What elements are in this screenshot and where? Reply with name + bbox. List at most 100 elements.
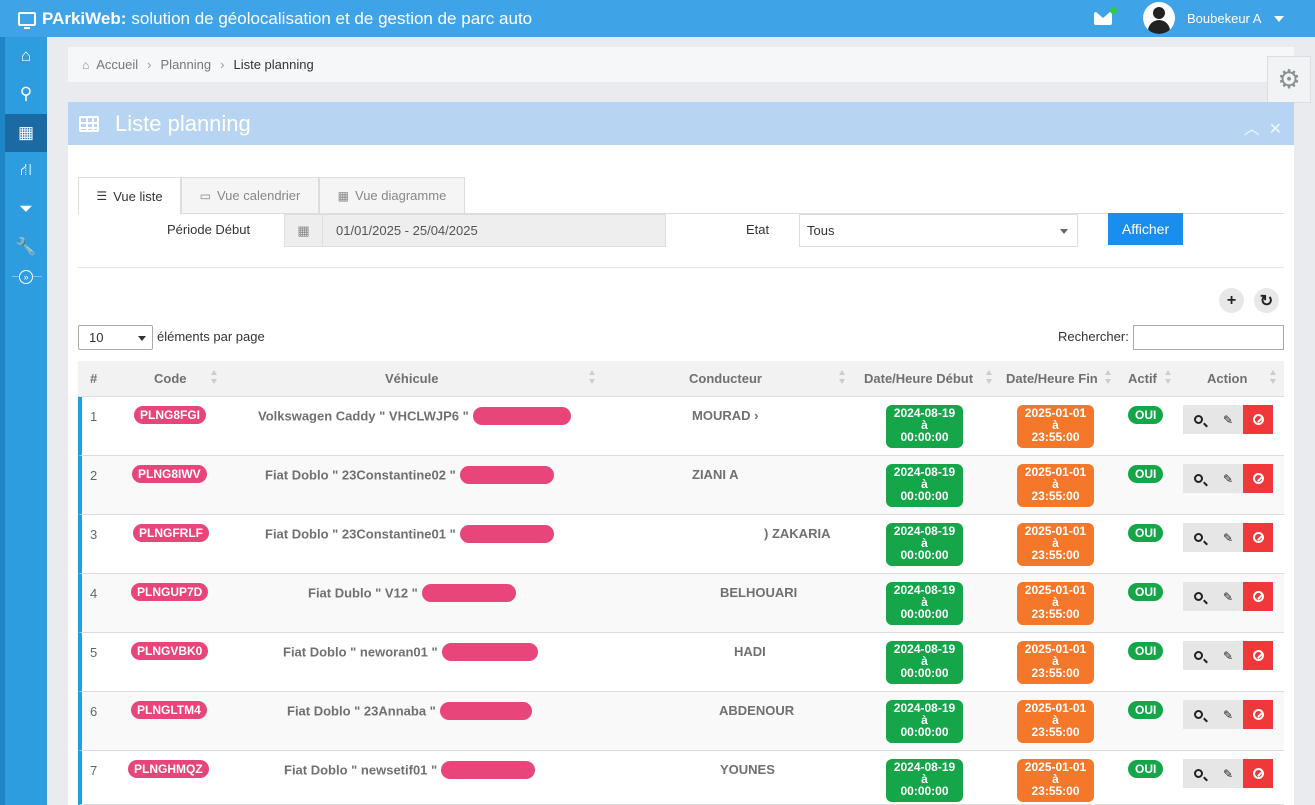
envelope-icon[interactable] (1094, 12, 1112, 25)
actif-badge: OUI (1128, 760, 1164, 778)
driver-cell: BELHOUARI (720, 585, 798, 600)
vehicle-cell: Fiat Doblo " neworan01 " (283, 643, 538, 662)
delete-button[interactable] (1243, 700, 1273, 729)
col-action: Action (1207, 371, 1248, 386)
edit-button[interactable]: ✎ (1213, 523, 1243, 552)
end-date-badge: 2025-01-01 à 23:55:00 (1017, 582, 1094, 625)
zoom-icon (1193, 415, 1203, 424)
brand-tagline: solution de géolocalisation et de gestio… (131, 8, 533, 28)
edit-button[interactable]: ✎ (1213, 759, 1243, 788)
start-date-badge: 2024-08-19 à 00:00:00 (886, 582, 963, 625)
redacted-plate (441, 761, 536, 779)
delete-button[interactable] (1243, 759, 1273, 788)
view-button[interactable] (1183, 523, 1213, 552)
etat-select[interactable]: Tous (799, 214, 1078, 247)
tab-vue-liste[interactable]: ☰ Vue liste (78, 177, 181, 215)
ban-icon (1252, 473, 1264, 484)
list-icon: ☰ (96, 189, 108, 203)
sidebar-item-road[interactable]: ⛙ (5, 152, 47, 190)
delete-button[interactable] (1243, 405, 1273, 434)
periode-label: Période Début (167, 222, 251, 237)
user-name[interactable]: Boubekeur A (1187, 11, 1261, 26)
delete-button[interactable] (1243, 582, 1273, 611)
view-button[interactable] (1183, 405, 1213, 434)
col-vehicule[interactable]: Véhicule (385, 371, 438, 386)
close-icon[interactable]: ✕ (1269, 121, 1282, 138)
actif-badge: OUI (1128, 583, 1164, 601)
col-code[interactable]: Code (154, 371, 187, 386)
collapse-icon[interactable]: ︿ (1244, 121, 1260, 138)
calendar-icon: ▭ (199, 188, 211, 203)
edit-button[interactable]: ✎ (1213, 700, 1243, 729)
search-input[interactable] (1133, 325, 1284, 350)
start-date-badge: 2024-08-19 à 00:00:00 (886, 759, 963, 802)
edit-button[interactable]: ✎ (1213, 641, 1243, 670)
avatar[interactable] (1143, 2, 1175, 34)
top-navbar: PArkiWeb: solution de géolocalisation et… (0, 0, 1315, 37)
tab-vue-calendrier[interactable]: ▭ Vue calendrier (181, 177, 319, 214)
edit-icon: ✎ (1222, 648, 1234, 663)
delete-button[interactable] (1243, 464, 1273, 493)
delete-button[interactable] (1243, 641, 1273, 670)
code-badge: PLNGLTM4 (131, 701, 207, 719)
driver-cell: MOURAD › (692, 408, 759, 423)
caret-down-icon[interactable] (1274, 16, 1284, 22)
ban-icon (1252, 532, 1264, 543)
view-button[interactable] (1183, 759, 1213, 788)
edit-button[interactable]: ✎ (1213, 464, 1243, 493)
col-num[interactable]: # (90, 371, 97, 386)
driver-cell: ) ZAKARIA (764, 526, 831, 541)
sidebar-item-home[interactable]: ⌂ (5, 37, 47, 75)
breadcrumb-item-accueil[interactable]: Accueil (96, 57, 138, 72)
col-conducteur[interactable]: Conducteur (689, 371, 762, 386)
brand[interactable]: PArkiWeb: solution de géolocalisation et… (18, 9, 532, 29)
sidebar-item-map[interactable]: ⚲ (5, 75, 47, 113)
view-button[interactable] (1183, 464, 1213, 493)
sidebar-collapse-toggle[interactable]: » (19, 270, 33, 284)
col-date-debut[interactable]: Date/Heure Début (864, 371, 973, 386)
view-button[interactable] (1183, 582, 1213, 611)
end-date-badge: 2025-01-01 à 23:55:00 (1017, 700, 1094, 743)
view-button[interactable] (1183, 700, 1213, 729)
sidebar-item-planning[interactable]: ▦ (5, 114, 47, 152)
refresh-button[interactable]: ↻ (1254, 288, 1279, 313)
brand-name: PArkiWeb: (42, 8, 127, 28)
zoom-icon (1193, 769, 1203, 778)
plus-icon: + (1226, 291, 1237, 309)
table-row: 5 PLNGVBK0 Fiat Doblo " neworan01 " HADI… (78, 633, 1284, 692)
afficher-button[interactable]: Afficher (1108, 213, 1183, 245)
desktop-icon (18, 11, 36, 29)
add-button[interactable]: + (1219, 288, 1244, 313)
code-badge: PLNGUP7D (131, 583, 209, 601)
view-button[interactable] (1183, 641, 1213, 670)
tab-vue-diagramme[interactable]: ▦ Vue diagramme (319, 177, 465, 214)
table-icon (79, 115, 99, 132)
col-actif[interactable]: Actif (1128, 371, 1157, 386)
sidebar-item-filter[interactable]: ⏷ (5, 190, 47, 228)
redacted-plate (459, 466, 554, 484)
breadcrumb-item-planning[interactable]: Planning (161, 57, 212, 72)
code-badge: PLNGFRLF (133, 524, 209, 542)
road-icon: ⛙ (20, 160, 32, 179)
ban-icon (1252, 414, 1264, 425)
edit-button[interactable]: ✎ (1213, 582, 1243, 611)
redacted-plate (472, 407, 571, 425)
col-date-fin[interactable]: Date/Heure Fin (1006, 371, 1098, 386)
delete-button[interactable] (1243, 523, 1273, 552)
view-tabs: ☰ Vue liste ▭ Vue calendrier ▦ Vue diagramm… (78, 177, 1284, 215)
end-date-badge: 2025-01-01 à 23:55:00 (1017, 464, 1094, 507)
sidebar-item-settings[interactable]: 🔧 (5, 228, 47, 266)
actif-badge: OUI (1128, 524, 1164, 542)
settings-gear-button[interactable]: ⚙ (1267, 56, 1311, 103)
date-range-input[interactable]: ▦ 01/01/2025 - 25/04/2025 (284, 214, 666, 247)
dropdown-arrow-icon (1060, 229, 1068, 234)
table-row: 4 PLNGUP7D Fiat Dublo " V12 " BELHOUARI … (78, 574, 1284, 633)
actif-badge: OUI (1128, 642, 1164, 660)
page-size-select[interactable]: 10 (78, 325, 153, 350)
refresh-icon: ↻ (1259, 292, 1274, 310)
redacted-plate (421, 584, 516, 602)
vehicle-cell: Volkswagen Caddy " VHCLWJP6 " (258, 407, 571, 426)
zoom-icon (1193, 710, 1203, 719)
zoom-icon (1193, 533, 1203, 542)
edit-button[interactable]: ✎ (1213, 405, 1243, 434)
